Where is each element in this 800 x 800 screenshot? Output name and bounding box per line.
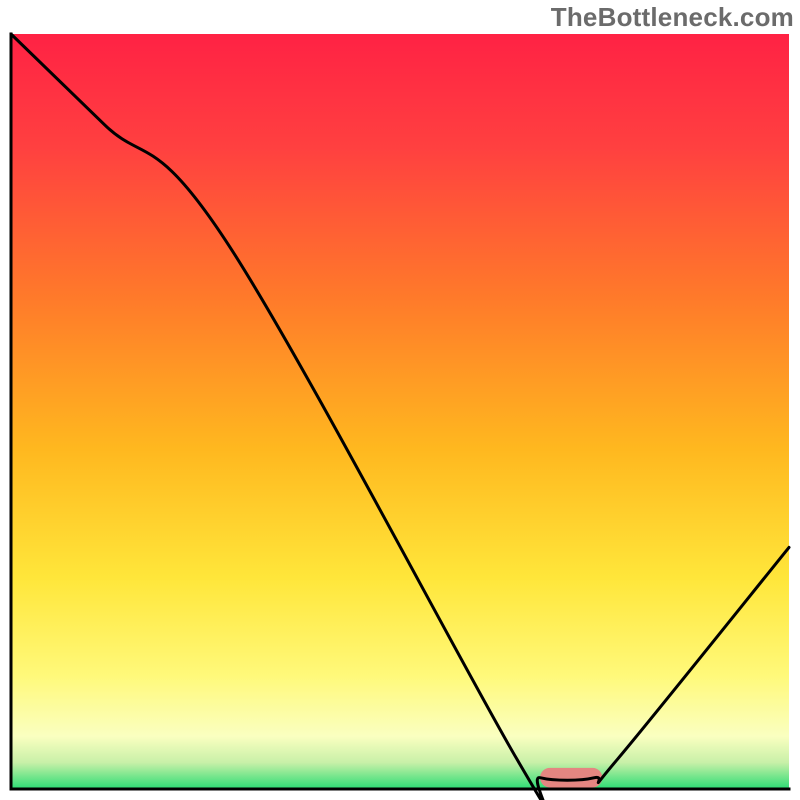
gradient-background — [11, 34, 789, 789]
chart-svg — [0, 0, 800, 800]
watermark-text: TheBottleneck.com — [551, 2, 794, 33]
chart-container: TheBottleneck.com — [0, 0, 800, 800]
plot-area — [11, 34, 789, 800]
